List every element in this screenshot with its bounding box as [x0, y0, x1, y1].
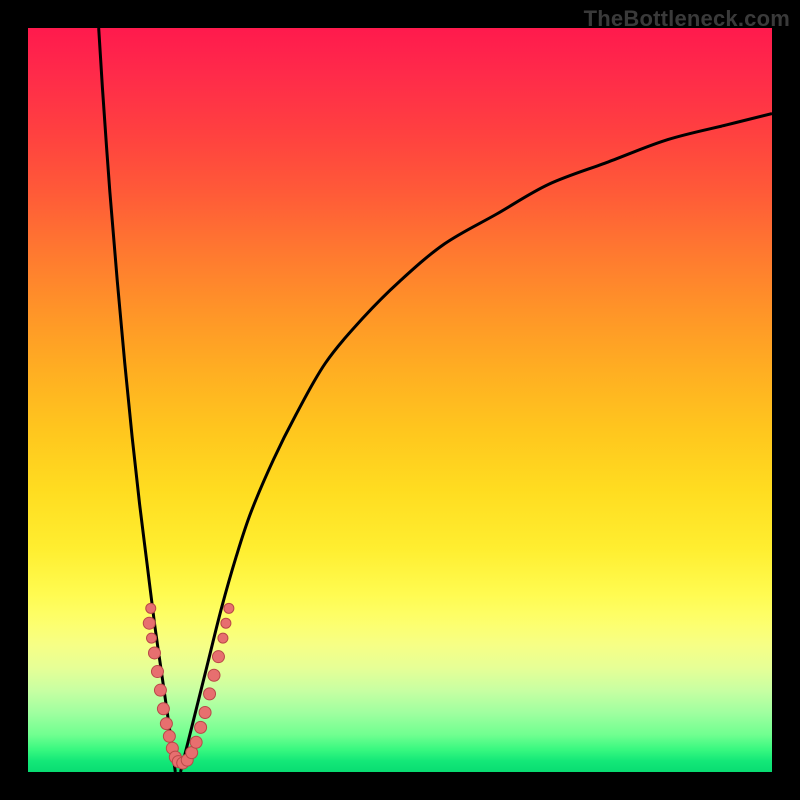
dot: [208, 669, 220, 681]
right-branch-curve: [181, 114, 772, 772]
dot: [151, 666, 163, 678]
dot: [204, 688, 216, 700]
dot: [154, 684, 166, 696]
dot: [221, 618, 231, 628]
plot-area: [28, 28, 772, 772]
watermark-text: TheBottleneck.com: [584, 6, 790, 32]
dot: [147, 633, 157, 643]
dot: [143, 617, 155, 629]
dot: [163, 730, 175, 742]
dot: [224, 603, 234, 613]
left-branch-curve: [99, 28, 176, 772]
dot: [218, 633, 228, 643]
curve-layer: [28, 28, 772, 772]
dot: [199, 706, 211, 718]
dot: [157, 703, 169, 715]
dot: [212, 651, 224, 663]
dot: [146, 603, 156, 613]
dot: [160, 718, 172, 730]
dot: [190, 736, 202, 748]
dot: [195, 721, 207, 733]
dot: [148, 647, 160, 659]
outer-frame: TheBottleneck.com: [0, 0, 800, 800]
